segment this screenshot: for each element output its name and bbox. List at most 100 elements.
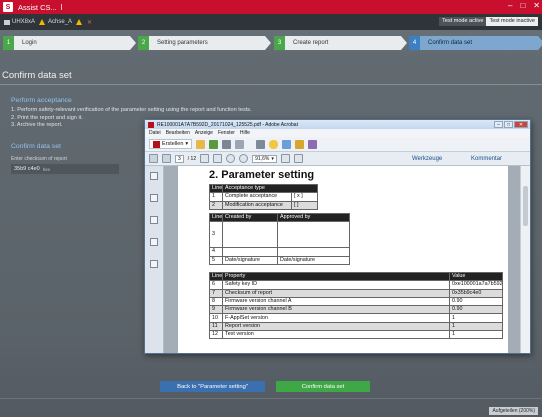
table-cell	[222, 247, 278, 257]
table-header-row: Line Created by Approved by	[209, 212, 350, 223]
open-folder-icon[interactable]	[196, 139, 206, 149]
table-header-row: Line Acceptance type	[209, 183, 319, 194]
close-icon[interactable]: ✕	[514, 121, 528, 128]
table-header-cell: Created by	[222, 212, 278, 223]
table-cell: Complete acceptance	[222, 192, 292, 202]
table-cell: Modification acceptance	[222, 200, 292, 210]
tools-panel-button[interactable]: Werkzeuge	[412, 154, 442, 164]
table-row: 7 Checksum of report 0x35b9c4e0	[209, 288, 503, 298]
share-icon[interactable]	[282, 139, 292, 149]
attachments-icon[interactable]	[150, 216, 158, 224]
table-cell: 0.90	[449, 305, 503, 315]
table-cell: 1	[449, 330, 503, 340]
step-create-report[interactable]: 3 Create report	[274, 36, 407, 50]
step-confirm-data-set[interactable]: 4 Confirm data set	[409, 36, 542, 50]
scrollbar-thumb[interactable]	[523, 186, 528, 226]
comment-icon[interactable]	[269, 139, 279, 149]
step-number: 3	[274, 36, 285, 50]
warning-icon	[39, 19, 46, 25]
menu-item-view[interactable]: Anzeige	[195, 130, 213, 136]
zoom-select[interactable]: 91,6% ▾	[252, 154, 277, 163]
app-window: S Assist CS... – □ ✕ UHX8xA Achse_A ✕ Te…	[0, 0, 542, 417]
page-number-input[interactable]: 3	[175, 154, 184, 163]
create-button[interactable]: Erstellen ▾	[149, 139, 193, 149]
checksum-input[interactable]: 35b9 c4e0 hex	[11, 164, 119, 174]
app-logo: S	[3, 2, 13, 12]
app-title: Assist CS...	[18, 2, 57, 12]
minimize-icon[interactable]: –	[494, 121, 503, 128]
folder-icon	[4, 20, 10, 25]
checksum-value: 35b9 c4e0	[14, 166, 40, 172]
table-cell: 2	[209, 200, 223, 210]
close-icon[interactable]: ✕	[533, 1, 540, 10]
confirm-data-set-button[interactable]: Confirm data set	[276, 381, 370, 392]
chevron-down-icon: ▾	[185, 141, 189, 147]
bookmarks-icon[interactable]	[150, 194, 158, 202]
table-cell: Text version	[222, 330, 450, 340]
zoom-in-icon[interactable]	[239, 154, 249, 163]
menu-item-window[interactable]: Fenster	[218, 130, 235, 136]
step-number: 1	[3, 36, 14, 50]
arrow-up-icon[interactable]	[149, 154, 158, 163]
highlight-icon[interactable]	[295, 139, 305, 149]
error-icon: ✕	[87, 19, 93, 26]
table-header-cell: Line	[209, 271, 223, 282]
fit-page-icon[interactable]	[280, 154, 290, 163]
breadcrumb-item-device[interactable]: Achse_A	[48, 19, 72, 25]
document-scrollbar[interactable]	[520, 166, 530, 353]
checksum-unit: hex	[42, 166, 50, 172]
table-cell: 0x35b9c4e0	[449, 288, 503, 298]
property-table: Line Property Value 6 Safety key ID 0xe1…	[209, 271, 503, 340]
table-row: 8 Firmware version channel A 0.90	[209, 296, 503, 307]
table-cell: Firmware version channel A	[222, 296, 450, 307]
document-view[interactable]: 2. Parameter setting Line Acceptance typ…	[164, 166, 520, 353]
settings-icon[interactable]	[256, 139, 266, 149]
table-row: 4	[209, 247, 350, 257]
test-mode-switch[interactable]: Test mode active Test mode inactive	[439, 17, 538, 26]
title-separator	[60, 4, 65, 10]
acrobat-window: RE100001A7A7B592D_20171024_125525.pdf - …	[144, 119, 531, 354]
table-header-cell: Value	[449, 271, 503, 282]
step-login[interactable]: 1 Login	[3, 36, 136, 50]
menu-item-help[interactable]: Hilfe	[240, 130, 250, 136]
table-cell: 1	[209, 192, 223, 202]
sign-icon[interactable]	[308, 139, 318, 149]
table-row: 6 Safety key ID 0xe100001a7a7b592d	[209, 280, 503, 290]
select-cursor-icon[interactable]	[200, 154, 210, 163]
table-cell: 1	[449, 313, 503, 323]
table-cell: 1	[449, 321, 503, 332]
step-number: 2	[138, 36, 149, 50]
maximize-icon[interactable]: □	[520, 1, 525, 10]
zoom-out-icon[interactable]	[226, 154, 236, 163]
breadcrumb-item-project[interactable]: UHX8xA	[4, 19, 35, 25]
arrow-down-icon[interactable]	[162, 154, 171, 163]
table-header-cell: Acceptance type	[221, 183, 319, 194]
hand-tool-icon[interactable]	[213, 154, 223, 163]
signatures-icon[interactable]	[150, 238, 158, 246]
test-mode-inactive-option[interactable]: Test mode inactive	[486, 17, 538, 26]
maximize-icon[interactable]: □	[504, 121, 513, 128]
acrobat-body: 2. Parameter setting Line Acceptance typ…	[145, 166, 530, 353]
menu-item-file[interactable]: Datei	[149, 130, 161, 136]
back-to-parameter-setting-button[interactable]: Back to "Parameter setting"	[160, 381, 265, 392]
minimize-icon[interactable]: –	[508, 1, 512, 10]
test-mode-active-option[interactable]: Test mode active	[439, 17, 487, 26]
save-icon[interactable]	[209, 139, 219, 149]
layers-icon[interactable]	[150, 260, 158, 268]
email-icon[interactable]	[235, 139, 245, 149]
step-label: Create report	[285, 36, 407, 50]
window-controls: – □ ✕	[508, 1, 540, 10]
step-setting-parameters[interactable]: 2 Setting parameters	[138, 36, 271, 50]
table-cell: Report version	[222, 321, 450, 332]
full-screen-icon[interactable]	[293, 154, 303, 163]
table-row: 1 Complete acceptance [ x ]	[209, 192, 319, 202]
pages-icon[interactable]	[150, 172, 158, 180]
print-icon[interactable]	[222, 139, 232, 149]
divider	[0, 84, 542, 85]
comment-panel-button[interactable]: Kommentar	[471, 154, 502, 164]
table-row: 9 Firmware version channel B 0.90	[209, 305, 503, 315]
table-row: 12 Text version 1	[209, 330, 503, 340]
menu-item-edit[interactable]: Bearbeiten	[166, 130, 190, 136]
table-cell: 9	[209, 305, 223, 315]
table-header-cell: Property	[222, 271, 450, 282]
